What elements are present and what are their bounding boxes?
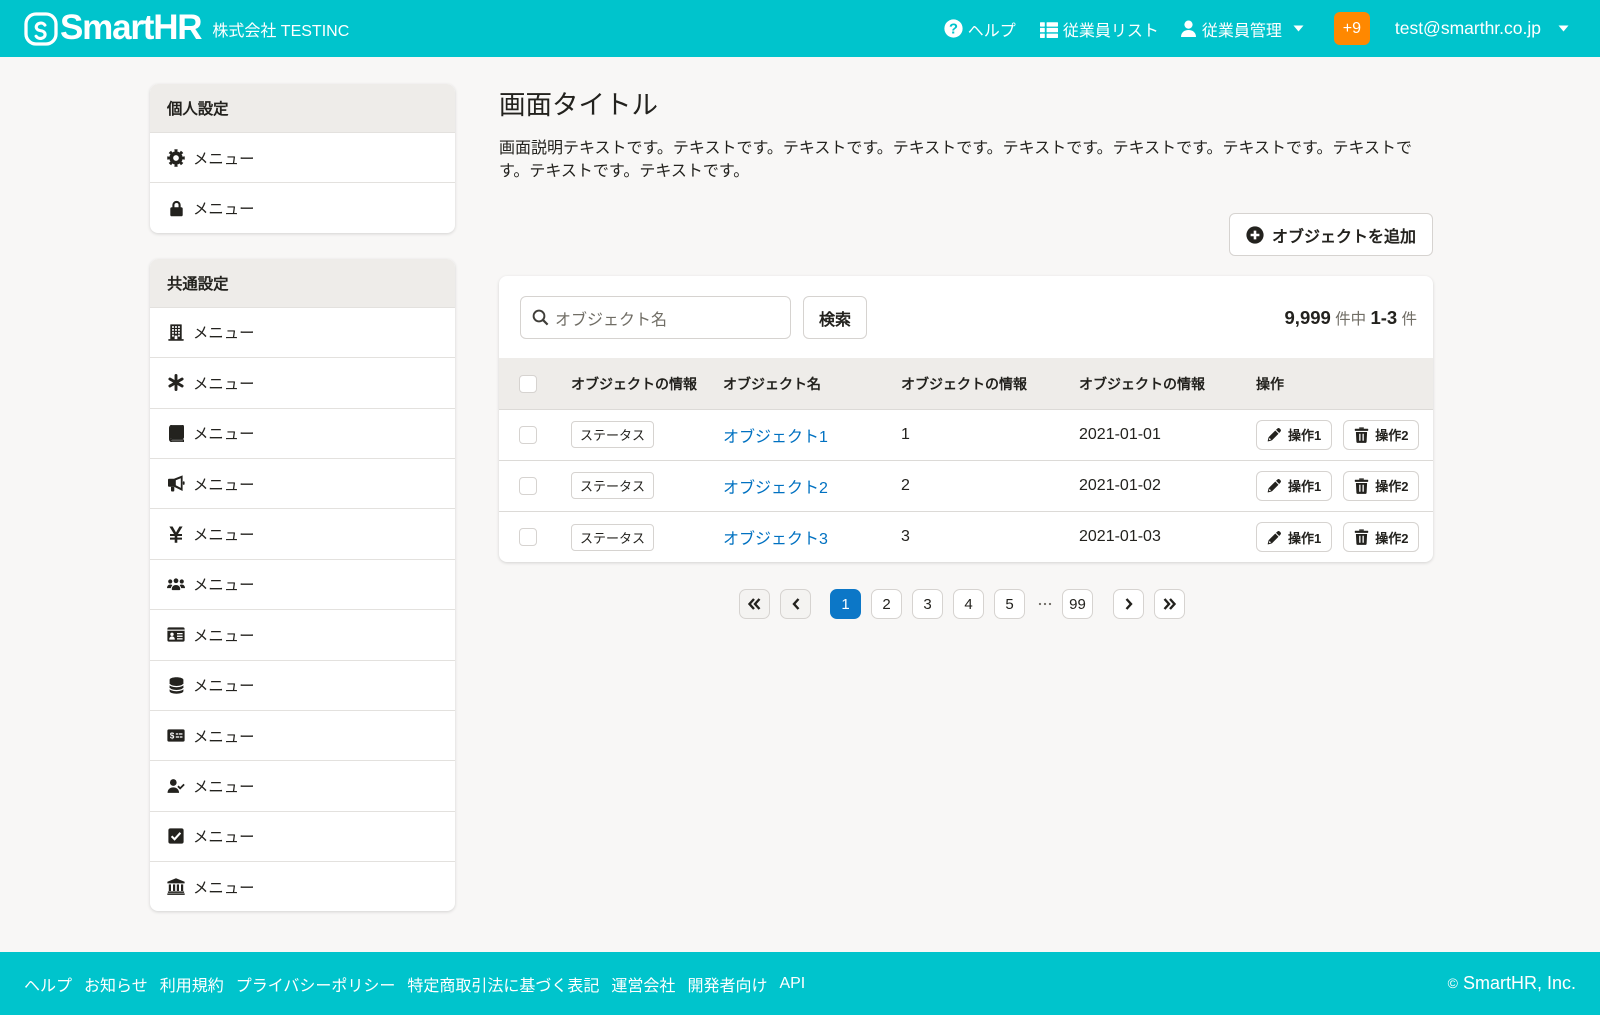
svg-text:$: $ — [170, 732, 175, 741]
svg-text:?: ? — [949, 21, 958, 37]
